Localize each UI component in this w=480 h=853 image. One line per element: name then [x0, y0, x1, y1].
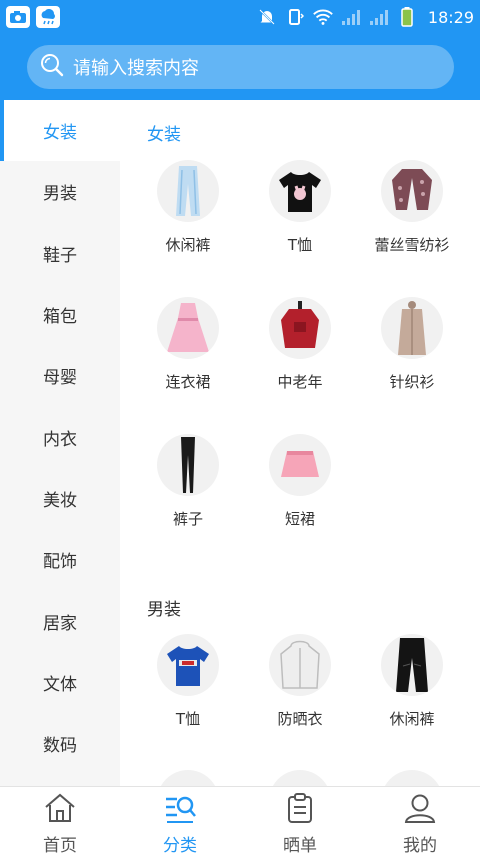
category-item-label: 连衣裙	[165, 373, 211, 391]
sidebar-item-men[interactable]: 男装	[0, 161, 120, 222]
search-placeholder: 请输入搜索内容	[73, 58, 199, 79]
category-item[interactable]	[352, 770, 472, 786]
status-left	[6, 6, 60, 28]
section-title-men: 男装	[147, 600, 181, 620]
sidebar-item-label: 箱包	[43, 307, 77, 328]
signal-icon	[368, 6, 390, 28]
product-thumbnail	[381, 770, 443, 786]
leggings-icon	[157, 434, 219, 496]
tab-label: 我的	[403, 836, 437, 853]
product-thumbnail	[269, 770, 331, 786]
tshirt-icon	[269, 160, 331, 222]
sidebar-item-label: 美妆	[43, 490, 77, 511]
sidebar-item-label: 内衣	[43, 429, 77, 450]
category-item[interactable]: 中老年	[240, 297, 360, 417]
product-thumbnail	[157, 770, 219, 786]
category-item[interactable]: 休闲裤	[128, 160, 248, 280]
user-icon	[403, 793, 437, 828]
category-item[interactable]: 蕾丝雪纺衫	[352, 160, 472, 280]
category-item-label: 休闲裤	[165, 236, 211, 254]
home-icon	[43, 793, 77, 828]
category-item-label: T恤	[287, 236, 313, 254]
cardigan-icon	[381, 297, 443, 359]
category-item-label: 短裙	[284, 510, 315, 528]
category-item[interactable]: 短裙	[240, 434, 360, 554]
sidebar-item-baby[interactable]: 母婴	[0, 345, 120, 406]
category-item-label: 防晒衣	[277, 710, 323, 728]
tab-label: 晒单	[283, 836, 317, 853]
sidebar-item-bags[interactable]: 箱包	[0, 284, 120, 345]
sidebar-item-label: 女装	[43, 123, 77, 144]
category-item-label: T恤	[175, 710, 201, 728]
tab-label: 首页	[43, 836, 77, 853]
tab-label: 分类	[163, 836, 197, 853]
bell-off-icon	[256, 6, 278, 28]
category-icon	[163, 793, 197, 828]
tab-home[interactable]: 首页	[0, 787, 120, 853]
search-input[interactable]: 请输入搜索内容	[27, 45, 454, 89]
sidebar-item-label: 居家	[43, 613, 77, 634]
sidebar-item-sports[interactable]: 文体	[0, 652, 120, 713]
camera-icon	[6, 6, 30, 28]
casual-pants-icon	[381, 634, 443, 696]
status-right: 18:29	[256, 6, 474, 28]
category-item[interactable]: T恤	[240, 160, 360, 280]
sidebar-item-label: 文体	[43, 674, 77, 695]
category-item[interactable]: T恤	[128, 634, 248, 754]
header-bar: 请输入搜索内容	[0, 34, 480, 100]
sidebar-item-underwear[interactable]: 内衣	[0, 406, 120, 467]
sidebar-item-accessories[interactable]: 配饰	[0, 529, 120, 590]
clock-time: 18:29	[427, 7, 474, 27]
app-screen: 18:29 请输入搜索内容 女装 男装 鞋子 箱包 母婴 内衣 美妆 配饰 居家…	[0, 0, 480, 853]
sun-jacket-icon	[269, 634, 331, 696]
sidebar-item-label: 母婴	[43, 368, 77, 389]
vibrate-icon	[284, 6, 306, 28]
section-title-women: 女装	[147, 125, 181, 145]
tab-showcase[interactable]: 晒单	[240, 787, 360, 853]
tab-category[interactable]: 分类	[120, 787, 240, 853]
category-item[interactable]: 裤子	[128, 434, 248, 554]
category-item[interactable]	[128, 770, 248, 786]
sidebar-item-label: 配饰	[43, 552, 77, 573]
status-bar: 18:29	[0, 0, 480, 34]
clipboard-icon	[283, 793, 317, 828]
skirt-icon	[269, 434, 331, 496]
sidebar-item-label: 数码	[43, 736, 77, 757]
sidebar-item-women[interactable]: 女装	[0, 100, 120, 162]
chiffon-shirt-icon	[381, 160, 443, 222]
sidebar-item-beauty[interactable]: 美妆	[0, 468, 120, 529]
category-item-label: 针织衫	[389, 373, 435, 391]
wifi-icon	[312, 6, 334, 28]
category-item-label: 休闲裤	[389, 710, 435, 728]
sidebar-item-digital[interactable]: 数码	[0, 713, 120, 774]
sidebar-item-label: 鞋子	[43, 245, 77, 266]
category-item[interactable]: 防晒衣	[240, 634, 360, 754]
category-item[interactable]: 休闲裤	[352, 634, 472, 754]
battery-icon	[396, 6, 418, 28]
category-sidebar: 女装 男装 鞋子 箱包 母婴 内衣 美妆 配饰 居家 文体 数码	[0, 100, 120, 786]
dress-icon	[157, 297, 219, 359]
sidebar-item-home[interactable]: 居家	[0, 590, 120, 651]
sweater-icon	[269, 297, 331, 359]
sidebar-item-label: 男装	[43, 184, 77, 205]
category-content: 女装 休闲裤 T恤 蕾丝雪纺衫 连衣裙 中老年 针织衫 裤子 短裙 男装 T恤 …	[120, 100, 480, 786]
signal-icon	[340, 6, 362, 28]
sidebar-item-shoes[interactable]: 鞋子	[0, 223, 120, 284]
bottom-tab-bar: 首页 分类 晒单 我的	[0, 786, 480, 853]
category-item-label: 蕾丝雪纺衫	[374, 236, 450, 254]
tshirt-icon	[157, 634, 219, 696]
cloud-rain-icon	[36, 6, 60, 28]
tab-mine[interactable]: 我的	[360, 787, 480, 853]
category-item[interactable]	[240, 770, 360, 786]
casual-pants-icon	[157, 160, 219, 222]
category-item[interactable]: 针织衫	[352, 297, 472, 417]
category-item[interactable]: 连衣裙	[128, 297, 248, 417]
search-icon	[39, 52, 65, 82]
category-item-label: 裤子	[172, 510, 203, 528]
category-item-label: 中老年	[277, 373, 323, 391]
